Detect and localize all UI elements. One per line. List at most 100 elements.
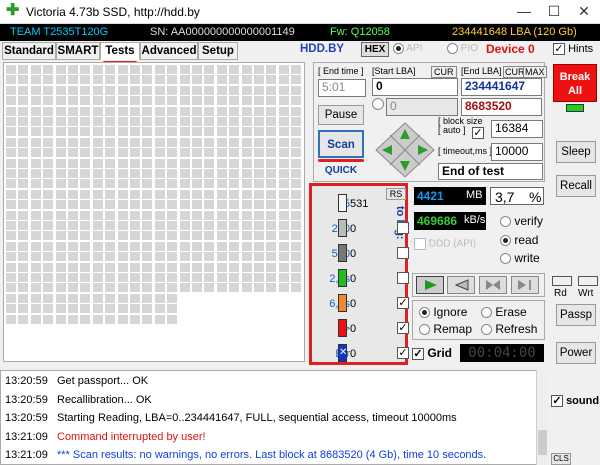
ddd-api-checkbox[interactable]: DDD (API)	[414, 238, 476, 250]
legend-log-checkbox[interactable]	[397, 222, 409, 234]
grid-block	[43, 200, 54, 210]
grid-block	[254, 200, 264, 210]
action-refresh[interactable]: Refresh	[481, 322, 537, 336]
grid-block	[167, 221, 178, 230]
grid-block	[266, 75, 277, 85]
grid-block	[204, 96, 215, 106]
grid-block	[216, 158, 227, 168]
grid-block	[117, 210, 128, 220]
mode-read[interactable]: read	[500, 233, 538, 247]
sleep-button[interactable]: Sleep	[556, 141, 596, 163]
api-radio[interactable]: API	[393, 43, 422, 54]
window-title: Victoria 4.73b SSD, http://hdd.by	[26, 5, 200, 19]
log-scrollbar-thumb[interactable]	[538, 430, 547, 455]
reverse-button[interactable]	[447, 276, 475, 294]
log-time: 13:21:09	[5, 430, 48, 443]
grid-block	[229, 273, 240, 282]
legend-log-checkbox[interactable]: ✓	[397, 347, 409, 359]
tab-tests[interactable]: Tests	[100, 42, 140, 64]
grid-block	[241, 137, 252, 147]
tab-smart[interactable]: SMART	[56, 42, 100, 60]
grid-block	[43, 262, 54, 272]
start-lba-cur-button[interactable]: CUR	[431, 66, 457, 78]
grid-block	[241, 158, 252, 168]
end-time-field[interactable]: 5:01	[318, 79, 366, 97]
legend-log-checkbox[interactable]: ✓	[397, 322, 409, 334]
pio-radio[interactable]: PIO	[447, 43, 478, 54]
grid-block	[130, 273, 140, 282]
lba-radio[interactable]	[372, 98, 384, 110]
grid-block	[105, 304, 116, 314]
end-lba-field[interactable]: 234441647	[461, 78, 542, 96]
grid-block	[68, 96, 78, 106]
grid-block	[92, 158, 103, 168]
hex-button[interactable]: HEX	[361, 42, 389, 57]
grid-block	[117, 304, 128, 314]
grid-block	[18, 127, 29, 137]
end-action-select[interactable]: End of test	[438, 163, 543, 180]
grid-block	[291, 210, 302, 220]
hints-checkbox[interactable]: ✓ Hints	[553, 43, 593, 56]
skip-button[interactable]	[479, 276, 507, 294]
pause-button[interactable]: Pause	[318, 105, 364, 125]
close-button[interactable]: ✕	[570, 0, 598, 24]
grid-checkbox[interactable]: ✓ Grid	[412, 346, 452, 360]
sound-checkbox[interactable]: ✓ sound	[551, 395, 599, 408]
tab-standard[interactable]: Standard	[2, 42, 56, 60]
log-scrollbar[interactable]	[536, 370, 547, 465]
start-lba-field[interactable]: 0	[372, 78, 458, 96]
quick-button[interactable]: QUICK	[318, 163, 364, 179]
grid-block	[291, 106, 302, 116]
tab-setup[interactable]: Setup	[198, 42, 238, 60]
log-message: Get passport... OK	[57, 375, 149, 387]
tab-advanced[interactable]: Advanced	[140, 42, 198, 60]
grid-block	[142, 210, 153, 220]
grid-block	[142, 293, 153, 303]
grid-block	[130, 179, 140, 189]
end-lba-max-button[interactable]: MAX	[523, 66, 547, 78]
grid-block	[254, 75, 264, 85]
grid-block	[130, 189, 140, 199]
hddby-link[interactable]: HDD.BY	[300, 43, 344, 55]
grid-block	[68, 304, 78, 314]
minimize-button[interactable]: —	[510, 0, 538, 24]
block-size-select[interactable]: 16384	[491, 120, 543, 138]
action-erase[interactable]: Erase	[481, 305, 527, 319]
cls-button[interactable]: CLS	[551, 453, 571, 465]
legend-log-checkbox[interactable]: ✓	[397, 297, 409, 309]
legend-log-checkbox[interactable]	[397, 272, 409, 284]
break-all-button[interactable]: Break All	[553, 64, 597, 102]
grid-block	[43, 231, 54, 241]
block-auto-checkbox[interactable]: ✓	[472, 127, 484, 140]
mode-verify[interactable]: verify	[500, 214, 543, 228]
grid-block	[55, 189, 66, 199]
grid-block	[117, 75, 128, 85]
passp-button[interactable]: Passp	[556, 304, 596, 326]
grid-block	[43, 75, 54, 85]
grid-block	[55, 314, 66, 324]
maximize-button[interactable]: ☐	[540, 0, 568, 24]
grid-block	[192, 189, 202, 199]
grid-block	[117, 85, 128, 95]
grid-block	[216, 210, 227, 220]
power-button[interactable]: Power	[556, 342, 596, 364]
end-button[interactable]	[511, 276, 539, 294]
scan-button[interactable]: Scan	[318, 130, 364, 158]
grid-block	[216, 96, 227, 106]
grid-block	[216, 137, 227, 147]
action-ignore[interactable]: Ignore	[419, 305, 467, 319]
play-button[interactable]	[416, 276, 444, 294]
direction-pad[interactable]	[374, 121, 436, 179]
grid-block	[179, 179, 190, 189]
grid-block	[154, 241, 165, 251]
grid-block	[278, 210, 289, 220]
legend-log-checkbox[interactable]	[397, 247, 409, 259]
grid-block	[6, 127, 16, 137]
mode-write[interactable]: write	[500, 251, 540, 265]
grid-block	[80, 221, 91, 230]
recall-button[interactable]: Recall	[556, 175, 596, 197]
grid-block	[68, 262, 78, 272]
action-remap[interactable]: Remap	[419, 322, 472, 336]
grid-block	[117, 200, 128, 210]
timeout-select[interactable]: 10000	[491, 143, 543, 161]
